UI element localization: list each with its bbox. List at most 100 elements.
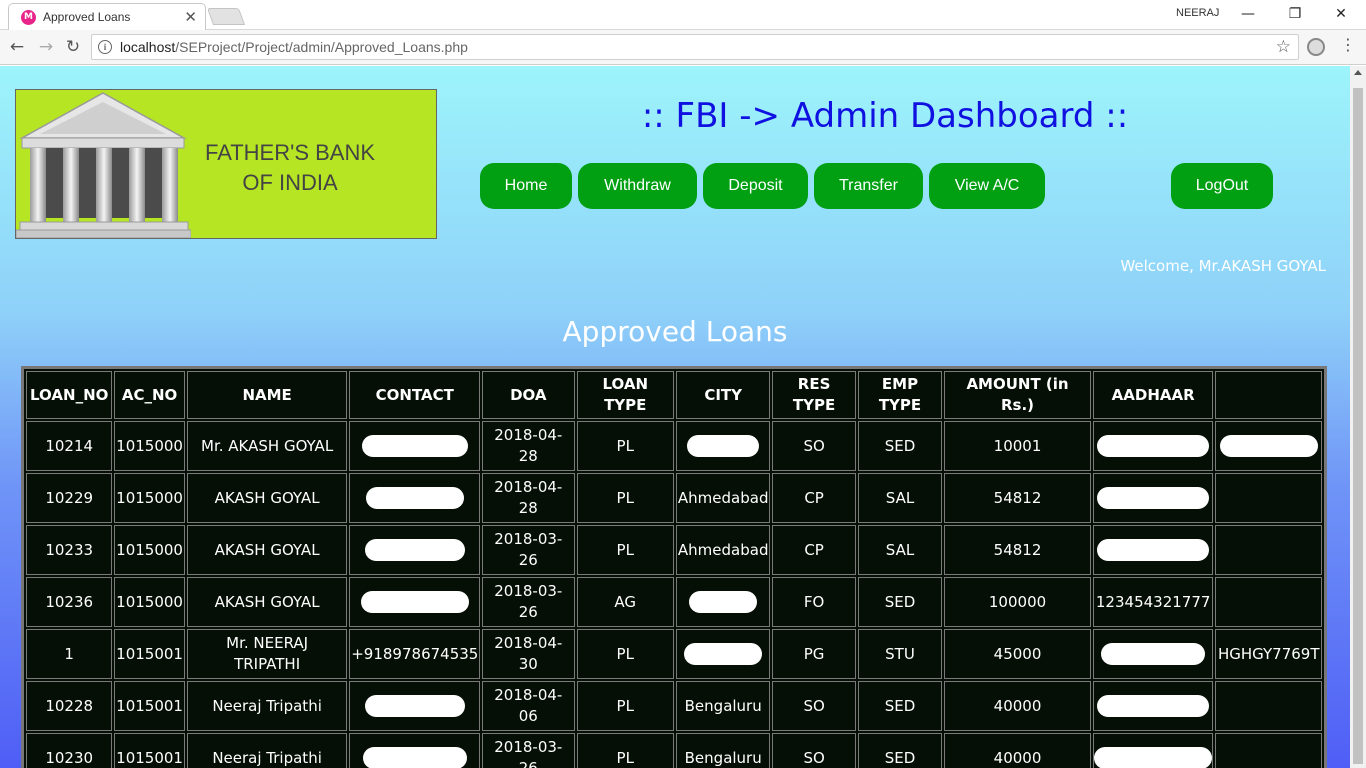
deposit-button[interactable]: Deposit xyxy=(703,163,808,209)
cell-city: Bengaluru xyxy=(675,733,771,768)
vertical-scrollbar[interactable] xyxy=(1350,66,1366,768)
new-tab-button[interactable] xyxy=(206,8,246,25)
cell-doa-line2: 28 xyxy=(518,499,538,517)
scroll-up-arrow-icon[interactable] xyxy=(1354,70,1362,75)
cell-doa-line1: 2018-03- xyxy=(494,582,563,600)
withdraw-button[interactable]: Withdraw xyxy=(578,163,697,209)
logout-button[interactable]: LogOut xyxy=(1171,163,1273,209)
welcome-message: Welcome, Mr.AKASH GOYAL xyxy=(1120,257,1326,275)
redaction-mark xyxy=(364,539,465,561)
col-header-doa: DOA xyxy=(482,371,575,419)
restore-icon[interactable]: ❐ xyxy=(1279,3,1311,25)
cell-doa-line2: 06 xyxy=(518,707,538,725)
url-text: localhost/SEProject/Project/admin/Approv… xyxy=(120,39,468,55)
address-bar[interactable]: i localhost/SEProject/Project/admin/Appr… xyxy=(91,34,1299,60)
cell-doa-line1: 2018-04- xyxy=(494,426,563,444)
cell-res-type: PG xyxy=(772,629,856,679)
cell-emp-type: SED xyxy=(857,733,943,768)
cell-emp-type: SED xyxy=(857,681,943,731)
cell-res-type: SO xyxy=(772,681,856,731)
cell-doa-line2: 28 xyxy=(518,447,538,465)
cell-doa: 2018-04- 06 xyxy=(482,681,575,731)
bank-building-icon xyxy=(16,92,191,238)
cell-doa-line1: 2018-04- xyxy=(494,686,563,704)
minimize-icon[interactable]: — xyxy=(1232,3,1264,25)
col-header-emp-type-line2: TYPE xyxy=(878,396,922,414)
cell-loan-no: 10229 xyxy=(26,473,113,523)
table-row: 10236 1015000 AKASH GOYAL 2018-03- 26 AG … xyxy=(26,577,1322,627)
col-header-emp-type-line1: EMP xyxy=(881,375,919,393)
cell-aadhaar xyxy=(1092,421,1214,471)
cell-doa: 2018-04- 28 xyxy=(482,421,575,471)
cell-name-line1: AKASH GOYAL xyxy=(214,592,320,611)
cell-city: Bengaluru xyxy=(675,681,771,731)
cell-doa-line1: 2018-03- xyxy=(494,530,563,548)
cell-name-line1: AKASH GOYAL xyxy=(214,540,320,559)
close-window-icon[interactable]: ✕ xyxy=(1325,3,1357,25)
cell-city xyxy=(675,577,771,627)
cell-amount: 40000 xyxy=(944,733,1091,768)
cell-loan-type: AG xyxy=(576,577,674,627)
view-account-button[interactable]: View A/C xyxy=(929,163,1045,209)
cell-extra xyxy=(1215,421,1322,471)
cell-emp-type: SAL xyxy=(857,525,943,575)
cell-loan-type: PL xyxy=(576,473,674,523)
cell-res-type: CP xyxy=(772,473,856,523)
scrollbar-thumb[interactable] xyxy=(1353,88,1363,764)
cell-res-type: SO xyxy=(772,733,856,768)
tab-close-icon[interactable]: ✕ xyxy=(184,8,197,26)
redaction-mark xyxy=(689,591,758,613)
redaction-mark xyxy=(365,487,464,509)
menu-dots-icon[interactable]: ⋮ xyxy=(1340,37,1356,53)
forward-arrow-icon[interactable]: → xyxy=(35,36,57,58)
cell-contact xyxy=(349,421,481,471)
browser-tab[interactable]: M Approved Loans ✕ xyxy=(8,3,206,30)
cell-loan-no: 10236 xyxy=(26,577,113,627)
favicon-icon: M xyxy=(21,9,36,25)
col-header-res-type: RES TYPE xyxy=(772,371,856,419)
redaction-mark xyxy=(364,695,465,717)
cell-doa-line2: 30 xyxy=(518,655,538,673)
table-row: 10233 1015000 AKASH GOYAL 2018-03- 26 PL … xyxy=(26,525,1322,575)
col-header-emp-type: EMP TYPE xyxy=(857,371,943,419)
col-header-loan-no: LOAN_NO xyxy=(26,371,113,419)
cell-contact xyxy=(349,577,481,627)
redaction-mark xyxy=(1097,695,1210,717)
cell-name-line2: TRIPATHI xyxy=(234,655,301,673)
col-header-amount-line1: AMOUNT (in xyxy=(966,375,1069,393)
profile-name[interactable]: NEERAJ xyxy=(1176,7,1219,19)
cell-doa: 2018-03- 26 xyxy=(482,577,575,627)
cell-name: Neeraj Tripathi xyxy=(186,733,348,768)
cell-ac-no: 1015000 xyxy=(114,577,185,627)
cell-amount: 100000 xyxy=(944,577,1091,627)
browser-tabstrip: M Approved Loans ✕ NEERAJ — ❐ ✕ xyxy=(0,0,1366,30)
cell-name-line1: Mr. NEERAJ xyxy=(226,634,309,652)
col-header-city: CITY xyxy=(675,371,771,419)
cell-aadhaar xyxy=(1092,681,1214,731)
table-row: 1 1015001 Mr. NEERAJ TRIPATHI +9189786745… xyxy=(26,629,1322,679)
col-header-ac-no: AC_NO xyxy=(114,371,185,419)
reload-icon[interactable]: ↻ xyxy=(62,36,84,58)
cell-amount: 54812 xyxy=(944,473,1091,523)
cell-amount: 40000 xyxy=(944,681,1091,731)
extension-icon[interactable] xyxy=(1307,38,1325,56)
cell-loan-type: PL xyxy=(576,525,674,575)
bookmark-star-icon[interactable]: ☆ xyxy=(1276,37,1291,57)
cell-doa-line2: 26 xyxy=(518,759,538,768)
table-row: 10228 1015001 Neeraj Tripathi 2018-04- 06… xyxy=(26,681,1322,731)
table-row: 10229 1015000 AKASH GOYAL 2018-04- 28 PL … xyxy=(26,473,1322,523)
cell-emp-type: SAL xyxy=(857,473,943,523)
transfer-button[interactable]: Transfer xyxy=(814,163,923,209)
cell-loan-no: 1 xyxy=(26,629,113,679)
cell-aadhaar xyxy=(1092,733,1214,768)
col-header-loan-type-line1: LOAN xyxy=(602,375,649,393)
cell-contact xyxy=(349,733,481,768)
cell-amount: 10001 xyxy=(944,421,1091,471)
cell-name: AKASH GOYAL xyxy=(186,525,348,575)
redaction-mark xyxy=(1219,435,1318,457)
cell-doa: 2018-04- 30 xyxy=(482,629,575,679)
info-icon[interactable]: i xyxy=(98,40,112,54)
bank-logo: FATHER'S BANK OF INDIA xyxy=(15,89,437,239)
home-button[interactable]: Home xyxy=(480,163,572,209)
back-arrow-icon[interactable]: ← xyxy=(6,36,28,58)
